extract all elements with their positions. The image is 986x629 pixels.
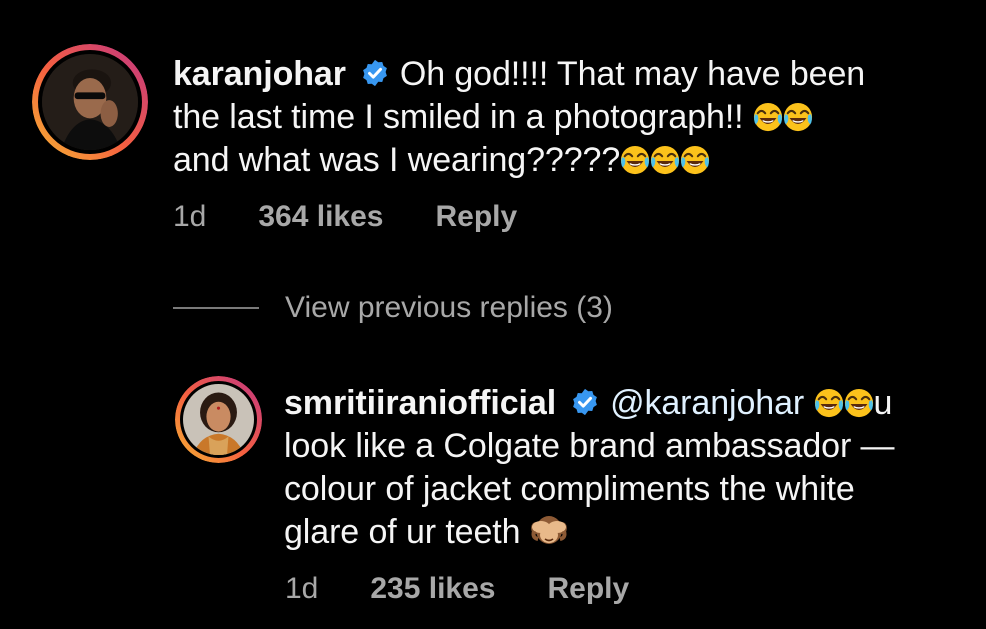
face-with-tears-of-joy-icon xyxy=(620,145,650,175)
verified-badge-icon xyxy=(573,388,597,416)
reply-line-2-text: look like a Colgate brand ambassador — xyxy=(284,427,895,465)
comment-username[interactable]: karanjohar xyxy=(173,55,346,93)
divider xyxy=(173,307,259,309)
mention-link[interactable]: @karanjohar xyxy=(610,384,804,422)
reply-line-3-text: colour of jacket compliments the white xyxy=(284,470,855,508)
reply-line-1: smritiiraniofficial @karanjohar u xyxy=(284,382,894,425)
avatar-reply-user[interactable] xyxy=(175,376,262,463)
comment-line-3: and what was I wearing????? xyxy=(173,139,865,182)
avatar-photo xyxy=(38,50,142,154)
reply-reply-button[interactable]: Reply xyxy=(548,572,630,606)
person-photo-icon xyxy=(183,384,254,455)
see-no-evil-monkey-icon xyxy=(530,513,568,547)
person-photo-icon xyxy=(42,54,138,150)
reply-meta: 1d 235 likes Reply xyxy=(285,572,629,606)
comment-text: karanjohar Oh god!!!! That may have been … xyxy=(173,53,865,182)
comment-meta: 1d 364 likes Reply xyxy=(173,200,517,234)
avatar-photo xyxy=(180,381,257,458)
face-with-tears-of-joy-icon xyxy=(680,145,710,175)
face-with-tears-of-joy-icon xyxy=(783,102,813,132)
comment-line-2-text: the last time I smiled in a photograph!! xyxy=(173,98,744,136)
face-with-tears-of-joy-icon xyxy=(844,388,874,418)
view-previous-replies-button[interactable]: View previous replies (3) xyxy=(173,290,613,326)
reply-line-3: colour of jacket compliments the white xyxy=(284,468,894,511)
reply-line-1-text: u xyxy=(873,384,893,422)
face-with-tears-of-joy-icon xyxy=(753,102,783,132)
face-with-tears-of-joy-icon xyxy=(814,388,844,418)
reply-likes[interactable]: 235 likes xyxy=(370,572,495,606)
reply-username[interactable]: smritiiraniofficial xyxy=(284,384,556,422)
avatar-karanjohar[interactable] xyxy=(32,44,148,160)
comment-line-1-text: Oh god!!!! That may have been xyxy=(399,55,866,93)
reply-line-4: glare of ur teeth xyxy=(284,511,894,554)
view-previous-replies-label: View previous replies (3) xyxy=(285,291,613,324)
comment-time: 1d xyxy=(173,200,207,233)
comment-line-1: karanjohar Oh god!!!! That may have been xyxy=(173,53,865,96)
comment-likes[interactable]: 364 likes xyxy=(258,200,383,234)
reply-line-2: look like a Colgate brand ambassador — xyxy=(284,425,895,468)
reply-text: smritiiraniofficial @karanjohar u look li… xyxy=(284,382,895,554)
verified-badge-icon xyxy=(362,59,387,87)
face-with-tears-of-joy-icon xyxy=(650,145,680,175)
comment-line-3-text: and what was I wearing????? xyxy=(173,141,621,179)
reply-time: 1d xyxy=(285,572,319,605)
reply-line-4-text: glare of ur teeth xyxy=(284,513,521,551)
comment-reply-button[interactable]: Reply xyxy=(436,200,518,234)
comment-line-2: the last time I smiled in a photograph!! xyxy=(173,96,865,139)
